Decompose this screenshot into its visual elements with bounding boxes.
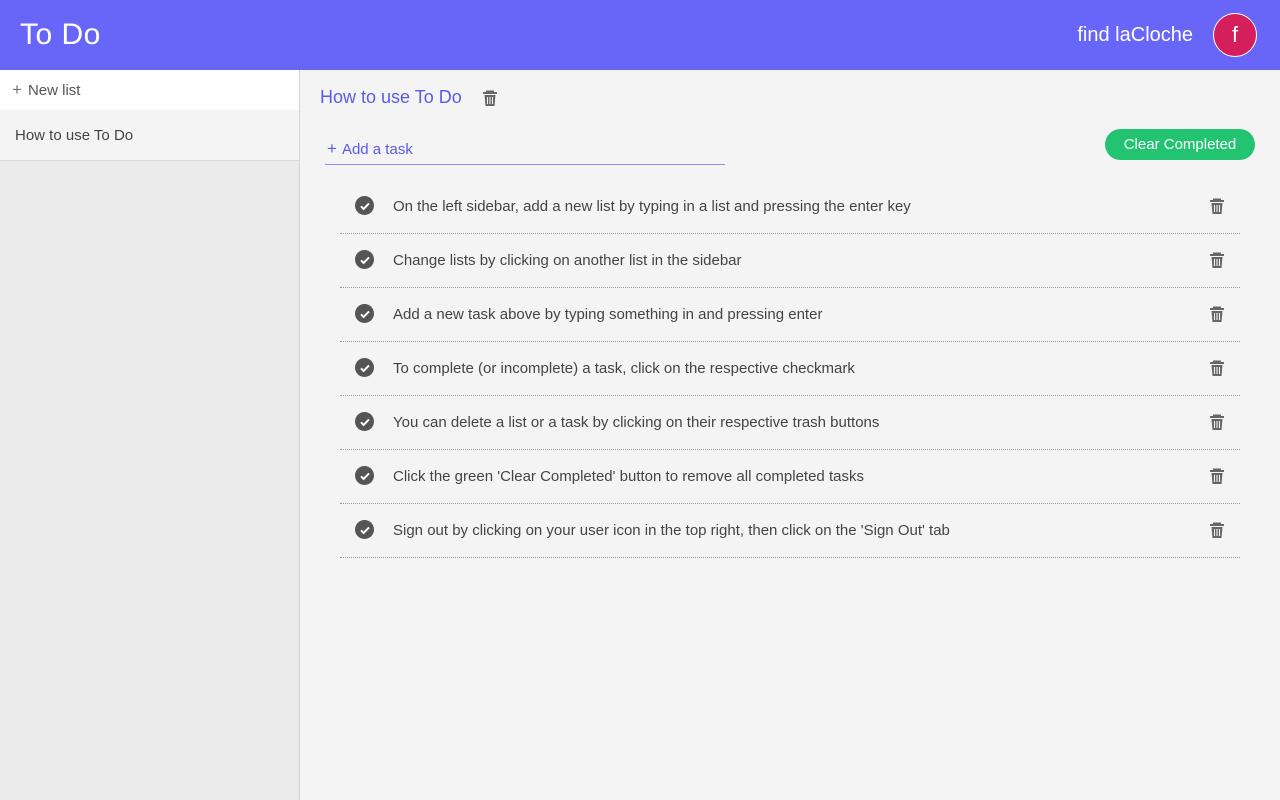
delete-task-trash-icon[interactable] xyxy=(1208,305,1226,323)
task-text: You can delete a list or a task by click… xyxy=(393,414,880,431)
plus-icon: + xyxy=(327,139,337,158)
add-task-input[interactable]: + Add a task xyxy=(325,134,725,165)
user-name: find laCloche xyxy=(1077,23,1193,46)
task-list: On the left sidebar, add a new list by t… xyxy=(340,180,1240,558)
checkmark-icon[interactable] xyxy=(355,466,374,485)
main-content: How to use To Do + Add a task Clear Comp… xyxy=(300,70,1280,800)
user-area: find laCloche f xyxy=(1077,13,1257,57)
task-item: Add a new task above by typing something… xyxy=(340,288,1240,342)
task-item: On the left sidebar, add a new list by t… xyxy=(340,180,1240,234)
checkmark-icon[interactable] xyxy=(355,250,374,269)
checkmark-icon[interactable] xyxy=(355,520,374,539)
delete-list-trash-icon[interactable] xyxy=(481,89,499,107)
task-item: To complete (or incomplete) a task, clic… xyxy=(340,342,1240,396)
checkmark-icon[interactable] xyxy=(355,412,374,431)
sidebar-item-how-to-use[interactable]: How to use To Do xyxy=(0,110,299,161)
sidebar-item-label: How to use To Do xyxy=(15,126,134,144)
app-header: To Do find laCloche f xyxy=(0,0,1280,70)
task-text: Click the green 'Clear Completed' button… xyxy=(393,468,864,485)
task-item: You can delete a list or a task by click… xyxy=(340,396,1240,450)
checkmark-icon[interactable] xyxy=(355,358,374,377)
avatar-letter: f xyxy=(1231,22,1239,47)
delete-task-trash-icon[interactable] xyxy=(1208,467,1226,485)
list-title: How to use To Do xyxy=(320,87,462,107)
checkmark-icon[interactable] xyxy=(355,304,374,323)
task-text: To complete (or incomplete) a task, clic… xyxy=(393,360,855,377)
checkmark-icon[interactable] xyxy=(355,196,374,215)
new-list-label: New list xyxy=(27,81,81,99)
app-title: To Do xyxy=(20,18,101,51)
delete-task-trash-icon[interactable] xyxy=(1208,521,1226,539)
user-avatar[interactable]: f xyxy=(1213,13,1257,57)
add-task-label: Add a task xyxy=(341,140,413,158)
delete-task-trash-icon[interactable] xyxy=(1208,197,1226,215)
new-list-input[interactable]: + New list xyxy=(0,70,299,110)
task-text: Sign out by clicking on your user icon i… xyxy=(393,522,950,539)
delete-task-trash-icon[interactable] xyxy=(1208,359,1226,377)
delete-task-trash-icon[interactable] xyxy=(1208,251,1226,269)
task-text: On the left sidebar, add a new list by t… xyxy=(393,198,911,215)
delete-task-trash-icon[interactable] xyxy=(1208,413,1226,431)
task-text: Change lists by clicking on another list… xyxy=(393,252,742,269)
task-item: Sign out by clicking on your user icon i… xyxy=(340,504,1240,558)
task-item: Click the green 'Clear Completed' button… xyxy=(340,450,1240,504)
task-text: Add a new task above by typing something… xyxy=(393,306,823,323)
plus-icon: + xyxy=(12,80,22,99)
clear-completed-button[interactable]: Clear Completed xyxy=(1105,129,1255,160)
list-header: How to use To Do xyxy=(320,87,499,108)
task-item: Change lists by clicking on another list… xyxy=(340,234,1240,288)
sidebar: + New list How to use To Do xyxy=(0,70,300,800)
